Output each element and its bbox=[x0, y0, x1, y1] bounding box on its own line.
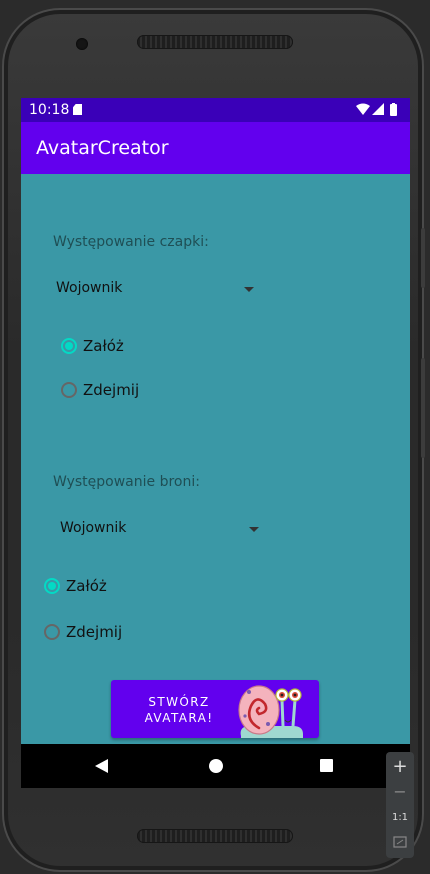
power-button bbox=[421, 228, 425, 288]
wifi-signal-battery-icons bbox=[356, 103, 397, 116]
volume-button bbox=[421, 358, 425, 458]
home-icon[interactable] bbox=[209, 759, 223, 773]
create-avatar-label: STWÓRZ AVATARA! bbox=[111, 694, 247, 726]
radio-checked-icon bbox=[44, 578, 60, 594]
weapon-spinner-value: Wojownik bbox=[60, 520, 127, 536]
status-time: 10:18 bbox=[29, 102, 70, 118]
weapon-radio-off[interactable]: Zdejmij bbox=[44, 623, 122, 641]
front-camera bbox=[76, 38, 88, 50]
zoom-out-button[interactable]: − bbox=[386, 782, 414, 801]
status-icons bbox=[356, 103, 402, 121]
screen: 10:18 AvatarCreator Występowanie czapki:… bbox=[21, 98, 410, 788]
dropdown-arrow-icon bbox=[244, 287, 254, 292]
navigation-bar bbox=[21, 744, 410, 788]
emulator-zoom-panel: + − 1:1 bbox=[386, 752, 414, 858]
create-avatar-line2: AVATARA! bbox=[144, 711, 214, 725]
wifi-icon bbox=[356, 103, 370, 115]
weapon-radio-on-label: Załóż bbox=[66, 577, 107, 595]
top-speaker bbox=[137, 35, 293, 49]
bottom-speaker bbox=[137, 829, 293, 843]
signal-icon bbox=[372, 103, 384, 115]
hat-label: Występowanie czapki: bbox=[53, 234, 209, 250]
weapon-radio-on[interactable]: Załóż bbox=[44, 577, 107, 595]
radio-checked-icon bbox=[61, 338, 77, 354]
hat-spinner-value: Wojownik bbox=[56, 280, 123, 296]
hat-radio-on-label: Załóż bbox=[83, 337, 124, 355]
sd-card-icon bbox=[73, 104, 82, 115]
create-avatar-button[interactable]: STWÓRZ AVATARA! bbox=[111, 680, 319, 738]
fit-screen-icon bbox=[393, 836, 407, 848]
app-title: AvatarCreator bbox=[36, 137, 169, 159]
zoom-reset-button[interactable]: 1:1 bbox=[386, 812, 414, 823]
hat-radio-off[interactable]: Zdejmij bbox=[61, 381, 139, 399]
radio-unchecked-icon bbox=[44, 624, 60, 640]
snail-avatar-icon bbox=[238, 685, 303, 738]
weapon-label: Występowanie broni: bbox=[53, 474, 200, 490]
device-frame: 10:18 AvatarCreator Występowanie czapki:… bbox=[2, 8, 425, 872]
weapon-radio-off-label: Zdejmij bbox=[66, 623, 123, 641]
hat-radio-off-label: Zdejmij bbox=[83, 381, 140, 399]
main-content: Występowanie czapki: Wojownik Załóż Zdej… bbox=[21, 174, 410, 744]
create-avatar-line1: STWÓRZ bbox=[148, 695, 210, 709]
battery-icon bbox=[390, 104, 397, 116]
radio-unchecked-icon bbox=[61, 382, 77, 398]
hat-radio-on[interactable]: Załóż bbox=[61, 337, 124, 355]
status-bar: 10:18 bbox=[21, 98, 410, 122]
app-bar: AvatarCreator bbox=[21, 122, 410, 174]
zoom-in-button[interactable]: + bbox=[386, 756, 414, 777]
recents-icon[interactable] bbox=[320, 759, 333, 772]
back-icon[interactable] bbox=[95, 759, 108, 773]
zoom-fit-button[interactable] bbox=[386, 836, 414, 852]
dropdown-arrow-icon bbox=[249, 527, 259, 532]
